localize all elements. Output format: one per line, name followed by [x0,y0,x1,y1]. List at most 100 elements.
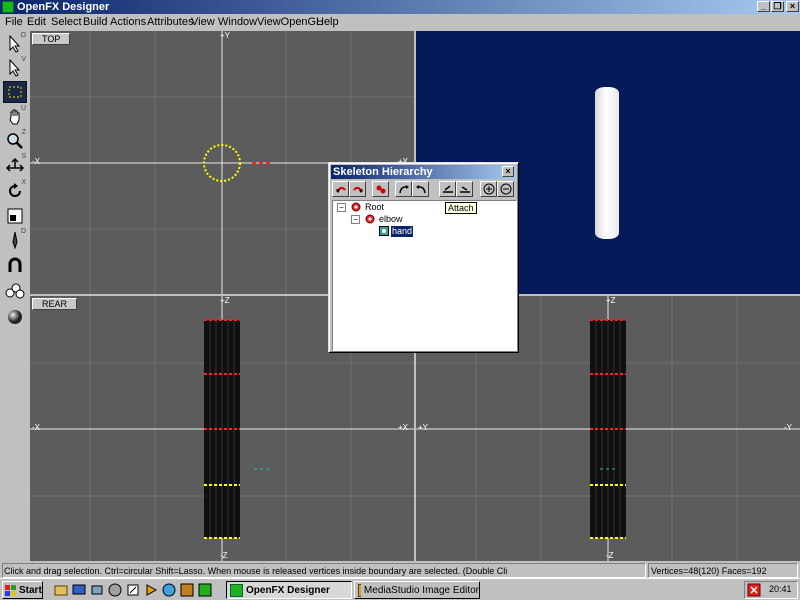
quicklaunch-openfx-icon[interactable] [198,583,212,597]
vertex-pointer-icon[interactable]: V [3,56,27,79]
minimize-button[interactable]: _ [757,1,770,12]
axis-label-rear-bottom: -Z [220,551,228,560]
menu-viewopengl[interactable]: ViewOpenGL [257,15,322,29]
bone-rotate-button[interactable] [395,181,412,197]
menu-build[interactable]: Build [83,15,107,29]
rotate-down-icon [415,185,426,194]
windows-logo-icon [5,584,16,596]
tray-app-icon[interactable] [747,583,761,597]
axis-label-top-left: -X [32,157,40,166]
menu-view[interactable]: View [191,15,215,29]
tool-palette: O V U Z S X D [0,30,30,562]
axis-label-top-pos: +Y [220,31,231,40]
bone-rotate-back-button[interactable] [412,181,429,197]
bone-prev-button[interactable] [332,181,349,197]
restore-button[interactable]: ❐ [771,1,784,12]
rendered-cylinder [595,87,619,239]
quicklaunch-network-icon[interactable] [90,583,104,597]
remove-bone-button[interactable] [497,181,514,197]
magnet-icon[interactable] [3,254,27,276]
dialog-titlebar[interactable]: Skeleton Hierarchy × [331,165,516,179]
mediastudio-task-icon [358,583,361,597]
skeleton-hierarchy-dialog: Skeleton Hierarchy × − Root − elbow hand [328,162,519,353]
bone-node-icon [351,202,361,212]
status-bar: Click and drag selection. Ctrl=circular … [0,563,800,578]
axis-label-rear-right: +X [398,423,409,432]
viewport-label-rear[interactable]: REAR [32,298,78,310]
window-title: OpenFX Designer [17,1,110,13]
quicklaunch-disk-icon[interactable] [108,583,122,597]
rotate-icon[interactable]: X [3,179,27,202]
curve-arrow-right-icon [352,186,363,193]
quicklaunch-globe-icon[interactable] [162,583,176,597]
menu-actions[interactable]: Actions [110,15,146,29]
scale-arrows-icon[interactable]: S [3,153,27,176]
axis-label-side-right: -Y [784,423,792,432]
menu-select[interactable]: Select [51,15,82,29]
close-button[interactable]: × [786,1,799,12]
menu-bar: File Edit Select Build Actions Attribute… [0,14,800,30]
bone-detach-button[interactable] [456,181,473,197]
viewport-label-top[interactable]: TOP [32,33,71,45]
dialog-title: Skeleton Hierarchy [333,166,433,178]
zoom-magnifier-icon[interactable]: Z [3,129,27,152]
minus-circle-icon [500,183,511,195]
dialog-close-button[interactable]: × [502,166,514,177]
detach-icon [459,186,470,193]
frame-view-icon[interactable] [3,205,27,227]
rotate-up-icon [398,185,409,194]
group-circles-icon[interactable] [3,280,27,302]
menu-attributes[interactable]: Attributes [147,15,193,29]
task-label: OpenFX Designer [246,584,330,596]
system-tray: 20:41 [744,581,798,599]
windows-taskbar: Start OpenFX Designer MediaStudio Image … [0,578,800,600]
collapse-toggle[interactable]: − [337,203,346,212]
tree-node-label: hand [391,226,414,237]
menu-window[interactable]: Window [218,15,257,29]
task-openfx-designer[interactable]: OpenFX Designer [226,581,352,599]
bone-next-button[interactable] [349,181,366,197]
pointer-arrow-icon[interactable]: O [3,32,27,55]
window-titlebar: OpenFX Designer _ ❐ × [0,0,800,14]
attach-icon [442,185,453,193]
quicklaunch-media-icon[interactable] [144,583,158,597]
task-label: MediaStudio Image Editor [363,584,479,596]
menu-edit[interactable]: Edit [27,15,46,29]
clock: 20:41 [769,584,792,594]
axis-label-side-bottom: -Z [606,551,614,560]
add-bone-button[interactable] [480,181,497,197]
quicklaunch-app-icon[interactable] [180,583,194,597]
quicklaunch-explorer-icon[interactable] [54,583,68,597]
collapse-toggle[interactable]: − [351,215,360,224]
pen-tool-icon[interactable]: D [3,228,27,251]
axis-label-side-top: +Z [606,296,616,305]
openfx-app-icon [2,1,14,13]
quicklaunch-desktop-icon[interactable] [72,583,86,597]
attach-tooltip: Attach [445,202,477,214]
hand-pan-icon[interactable]: U [3,105,27,128]
task-mediastudio[interactable]: MediaStudio Image Editor [354,581,480,599]
axis-label-rear-top: +Z [220,296,230,305]
start-label: Start [19,584,42,596]
skeleton-tree[interactable]: − Root − elbow hand [332,200,517,351]
menu-help[interactable]: Help [316,15,339,29]
openfx-task-icon [230,583,243,597]
bone-node-icon [365,214,375,224]
tree-node-label: Root [365,202,385,212]
tree-node-label: elbow [379,214,403,224]
axis-label-rear-left: -X [32,423,40,432]
plus-circle-icon [483,183,494,195]
axis-label-side-left: +Y [418,423,429,432]
curve-arrow-left-icon [335,186,346,193]
select-box-icon[interactable] [3,81,27,103]
bone-attach-button[interactable] [439,181,456,197]
start-button[interactable]: Start [2,581,43,599]
vertex-face-count: Vertices=48(120) Faces=192 [648,563,798,578]
quicklaunch-edit-icon[interactable] [126,583,140,597]
sphere-render-icon[interactable] [3,306,27,328]
bone-link-button[interactable] [372,181,389,197]
menu-file[interactable]: File [5,15,23,29]
bone-leaf-icon [379,226,389,236]
status-message: Click and drag selection. Ctrl=circular … [2,563,646,578]
bone-chain-icon [376,185,385,194]
